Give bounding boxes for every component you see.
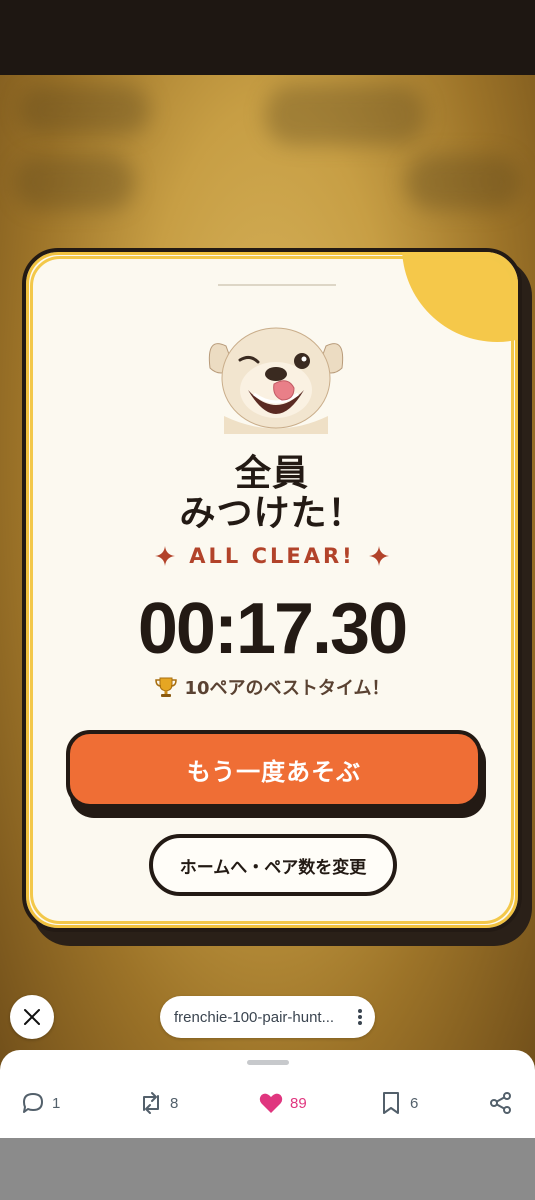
share-icon xyxy=(490,1092,511,1114)
repost-count: 8 xyxy=(170,1094,179,1112)
all-clear-label: ALL CLEAR! xyxy=(189,544,355,568)
reply-icon xyxy=(23,1093,43,1113)
trophy-icon xyxy=(155,677,178,697)
title-line-2: みつけた！ xyxy=(179,493,365,534)
url-pill[interactable]: frenchie-100-pair-hunt... xyxy=(160,996,375,1038)
home-button[interactable]: ホームへ・ペア数を変更 xyxy=(149,834,397,896)
divider xyxy=(218,284,336,286)
share-action[interactable] xyxy=(488,1090,514,1116)
sparkle-icon xyxy=(155,546,176,566)
bookmark-icon xyxy=(383,1092,399,1114)
status-bar xyxy=(0,0,535,75)
sparkle-icon xyxy=(368,546,389,566)
bookmark-count: 6 xyxy=(410,1094,419,1112)
corner-decoration xyxy=(402,252,518,342)
best-time-message: 10ペアのベストタイム！ xyxy=(184,678,390,699)
close-button[interactable] xyxy=(10,995,54,1039)
reply-count: 1 xyxy=(52,1094,61,1112)
clear-time: 00:17.30 xyxy=(137,589,408,669)
action-sheet: 1 8 89 6 xyxy=(0,1050,535,1138)
more-icon[interactable] xyxy=(352,1007,368,1027)
dog-illustration xyxy=(208,327,344,434)
repost-action[interactable]: 8 xyxy=(138,1090,178,1116)
navigation-bar xyxy=(0,1138,535,1200)
play-again-button[interactable]: もう一度あそぶ xyxy=(66,730,482,808)
heart-icon xyxy=(259,1093,283,1113)
like-count: 89 xyxy=(290,1094,307,1112)
url-text: frenchie-100-pair-hunt... xyxy=(174,1008,335,1026)
like-action[interactable]: 89 xyxy=(258,1090,307,1116)
best-time-row: 10ペアのベストタイム！ xyxy=(26,674,518,700)
bookmark-action[interactable]: 6 xyxy=(378,1090,418,1116)
all-clear-row: ALL CLEAR! xyxy=(26,544,518,568)
close-icon xyxy=(24,1009,40,1025)
repost-icon xyxy=(143,1092,159,1114)
result-card: 全員 みつけた！ ALL CLEAR! 00:17.30 10ペアのベストタイム… xyxy=(22,248,522,932)
reply-action[interactable]: 1 xyxy=(20,1090,60,1116)
sheet-handle[interactable] xyxy=(247,1060,289,1065)
